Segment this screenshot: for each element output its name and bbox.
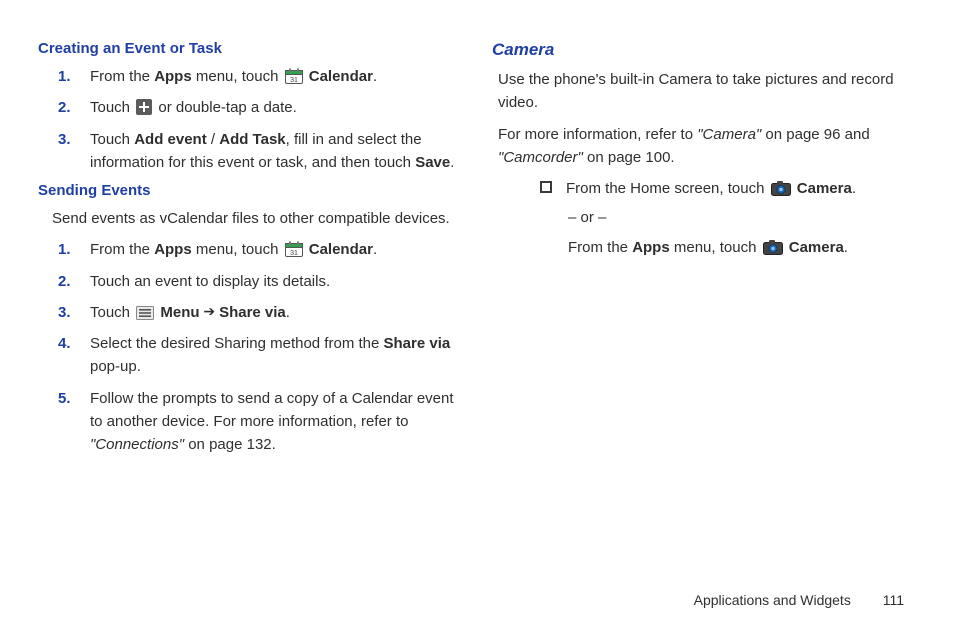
- step-number: 5.: [58, 387, 71, 410]
- step-text: Select the desired Sharing method from t…: [90, 335, 450, 375]
- heading-creating-event: Creating an Event or Task: [38, 40, 462, 57]
- step-text: Follow the prompts to send a copy of a C…: [90, 390, 454, 454]
- or-separator: – or –: [506, 206, 908, 229]
- step-text: Touch or double-tap a date.: [90, 99, 297, 116]
- step-text: From the Apps menu, touch 31 Calendar.: [90, 241, 377, 258]
- steps-creating-event: 1. From the Apps menu, touch 31 Calendar…: [38, 65, 462, 174]
- step-number: 2.: [58, 270, 71, 293]
- menu-icon: [136, 306, 154, 320]
- page-footer: Applications and Widgets 111: [694, 592, 904, 608]
- calendar-icon: 31: [285, 68, 303, 84]
- section-title: Applications and Widgets: [694, 592, 851, 608]
- step-item: 3. Touch Add event / Add Task, fill in a…: [90, 128, 462, 175]
- heading-camera: Camera: [492, 40, 916, 60]
- step-number: 3.: [58, 301, 71, 324]
- page-number: 111: [883, 592, 904, 608]
- step-number: 1.: [58, 238, 71, 261]
- left-column: Creating an Event or Task 1. From the Ap…: [38, 40, 462, 606]
- step-item: 1. From the Apps menu, touch 31 Calendar…: [90, 65, 462, 88]
- camera-xref: For more information, refer to "Camera" …: [498, 123, 908, 170]
- camera-icon: [771, 180, 791, 196]
- step-item: 4. Select the desired Sharing method fro…: [90, 332, 462, 379]
- heading-sending-events: Sending Events: [38, 182, 462, 199]
- svg-text:31: 31: [290, 77, 298, 84]
- step-item: 2. Touch an event to display its details…: [90, 270, 462, 293]
- plus-icon: [136, 99, 152, 115]
- step-number: 4.: [58, 332, 71, 355]
- intro-sending-events: Send events as vCalendar files to other …: [52, 207, 454, 230]
- step-item: 2. Touch or double-tap a date.: [90, 96, 462, 119]
- step-number: 1.: [58, 65, 71, 88]
- right-column: Camera Use the phone's built-in Camera t…: [492, 40, 916, 606]
- manual-page: Creating an Event or Task 1. From the Ap…: [0, 0, 954, 636]
- step-text: Touch Menu ➔ Share via.: [90, 304, 290, 321]
- steps-sending-events: 1. From the Apps menu, touch 31 Calendar…: [38, 238, 462, 456]
- step-item: 1. From the Apps menu, touch 31 Calendar…: [90, 238, 462, 261]
- square-bullet-icon: [540, 181, 552, 193]
- bullet-alt: From the Apps menu, touch Camera.: [506, 236, 908, 259]
- step-item: 3. Touch Menu ➔ Share via.: [90, 301, 462, 324]
- svg-text:31: 31: [290, 250, 298, 257]
- bullet-item: From the Home screen, touch Camera.: [506, 177, 908, 200]
- camera-intro: Use the phone's built-in Camera to take …: [498, 68, 908, 115]
- step-text: From the Apps menu, touch 31 Calendar.: [90, 68, 377, 85]
- step-text: Touch Add event / Add Task, fill in and …: [90, 131, 454, 171]
- step-number: 2.: [58, 96, 71, 119]
- camera-icon: [763, 239, 783, 255]
- calendar-icon: 31: [285, 241, 303, 257]
- step-text: Touch an event to display its details.: [90, 273, 330, 290]
- arrow-icon: ➔: [200, 303, 220, 319]
- step-number: 3.: [58, 128, 71, 151]
- step-item: 5. Follow the prompts to send a copy of …: [90, 387, 462, 457]
